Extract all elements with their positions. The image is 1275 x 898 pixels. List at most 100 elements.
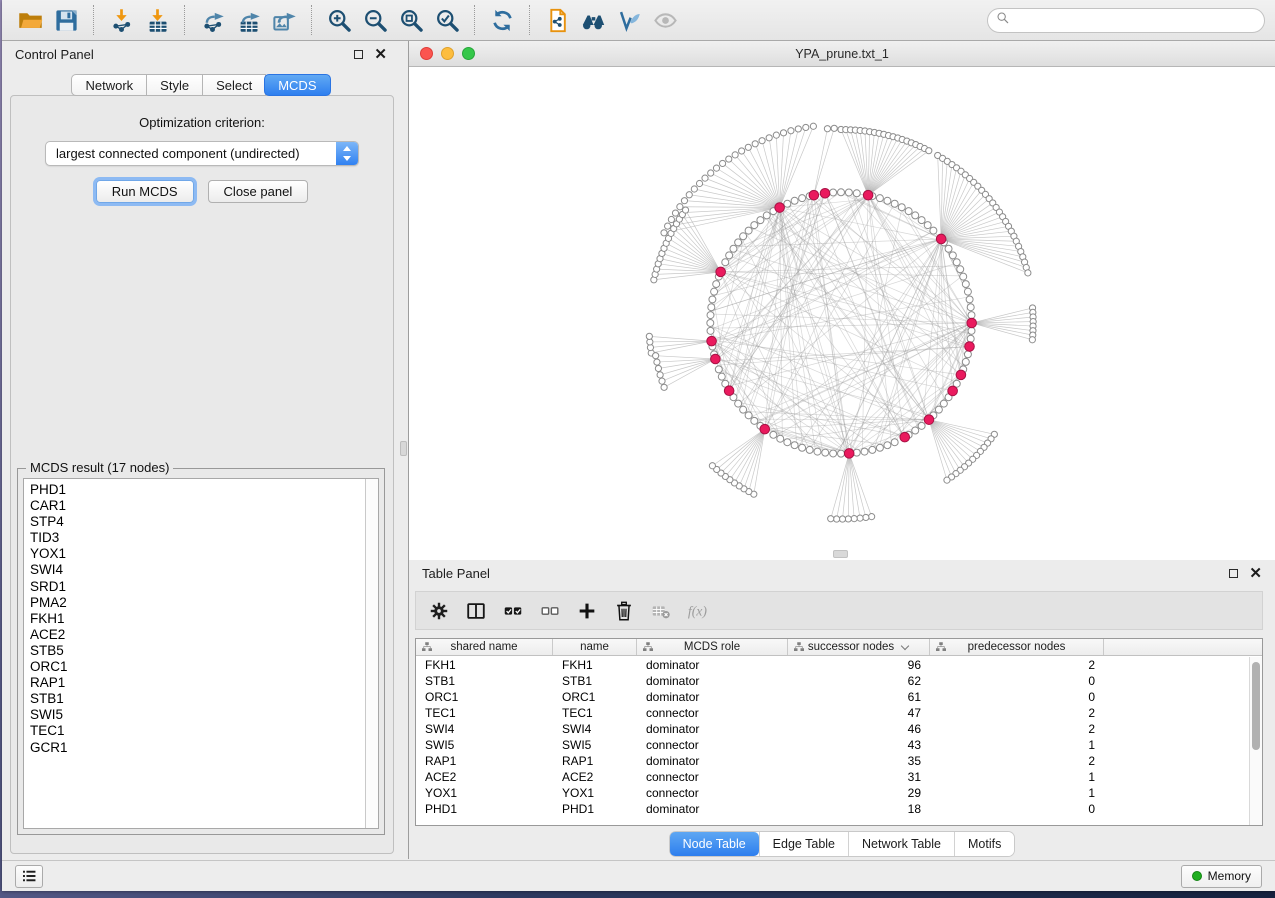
graph-node[interactable] [799, 195, 806, 202]
graph-leaf-node[interactable] [661, 230, 667, 236]
column-header-name[interactable]: name [553, 639, 637, 655]
graph-mcds-node[interactable] [948, 386, 958, 396]
graph-node[interactable] [730, 245, 737, 252]
graph-node[interactable] [953, 259, 960, 266]
graph-leaf-node[interactable] [824, 126, 830, 132]
graph-leaf-node[interactable] [839, 516, 845, 522]
graph-node[interactable] [814, 448, 821, 455]
import-network-icon[interactable] [103, 3, 139, 37]
graph-node[interactable] [884, 442, 891, 449]
graph-leaf-node[interactable] [646, 333, 652, 339]
table-row[interactable]: SWI4SWI4dominator462 [416, 721, 1249, 737]
graph-mcds-node[interactable] [936, 234, 946, 244]
graph-node[interactable] [905, 208, 912, 215]
graph-node[interactable] [962, 281, 969, 288]
vertical-splitter-handle[interactable] [400, 441, 407, 456]
graph-mcds-node[interactable] [924, 415, 934, 425]
graph-node[interactable] [838, 189, 845, 196]
float-table-panel-icon[interactable] [1229, 569, 1238, 578]
close-panel-icon[interactable]: ✕ [374, 47, 387, 62]
graph-leaf-node[interactable] [654, 359, 660, 365]
mcds-result-item[interactable]: ACE2 [30, 627, 365, 643]
tab-select[interactable]: Select [203, 74, 266, 96]
graph-leaf-node[interactable] [944, 477, 950, 483]
graph-leaf-node[interactable] [686, 192, 692, 198]
graph-node[interactable] [876, 444, 883, 451]
search-box[interactable] [987, 8, 1265, 33]
graph-leaf-node[interactable] [745, 144, 751, 150]
graph-leaf-node[interactable] [696, 180, 702, 186]
table-row[interactable]: STB1STB1dominator620 [416, 673, 1249, 689]
mcds-result-item[interactable]: PMA2 [30, 595, 365, 611]
open-file-icon[interactable] [12, 3, 48, 37]
graph-node[interactable] [949, 252, 956, 259]
column-header-predecessor-nodes[interactable]: predecessor nodes [930, 639, 1104, 655]
graph-mcds-node[interactable] [711, 354, 721, 364]
run-mcds-button[interactable]: Run MCDS [96, 180, 194, 203]
close-window-icon[interactable] [420, 47, 433, 60]
maximize-window-icon[interactable] [462, 47, 475, 60]
graph-leaf-node[interactable] [719, 160, 725, 166]
graph-node[interactable] [830, 189, 837, 196]
table-row[interactable]: TEC1TEC1connector472 [416, 705, 1249, 721]
graph-leaf-node[interactable] [803, 124, 809, 130]
mcds-result-item[interactable]: CAR1 [30, 498, 365, 514]
graph-node[interactable] [745, 227, 752, 234]
float-panel-icon[interactable] [354, 50, 363, 59]
mcds-list-scrollbar[interactable] [365, 479, 378, 828]
graph-node[interactable] [869, 446, 876, 453]
graph-mcds-node[interactable] [967, 318, 977, 328]
graph-node[interactable] [713, 281, 720, 288]
export-image-icon[interactable] [266, 3, 302, 37]
graph-mcds-node[interactable] [707, 336, 717, 346]
graph-node[interactable] [960, 273, 967, 280]
graph-node[interactable] [968, 312, 975, 319]
tab-motifs[interactable]: Motifs [954, 832, 1014, 856]
graph-node[interactable] [964, 288, 971, 295]
graph-node[interactable] [799, 444, 806, 451]
tab-network[interactable]: Network [71, 74, 147, 96]
graph-node[interactable] [791, 197, 798, 204]
graph-leaf-node[interactable] [863, 514, 869, 520]
tab-mcds[interactable]: MCDS [264, 74, 330, 96]
horizontal-splitter-handle[interactable] [833, 550, 848, 558]
graph-leaf-node[interactable] [677, 204, 683, 210]
graph-leaf-node[interactable] [659, 378, 665, 384]
graph-node[interactable] [708, 304, 715, 311]
network-canvas[interactable] [409, 67, 1275, 560]
mcds-result-item[interactable]: SWI4 [30, 562, 365, 578]
graph-leaf-node[interactable] [672, 210, 678, 216]
graph-node[interactable] [964, 351, 971, 358]
mcds-result-item[interactable]: RAP1 [30, 675, 365, 691]
graph-leaf-node[interactable] [788, 128, 794, 134]
graph-node[interactable] [967, 335, 974, 342]
search-network-icon[interactable] [575, 3, 611, 37]
graph-node[interactable] [722, 259, 729, 266]
graph-leaf-node[interactable] [708, 170, 714, 176]
graph-leaf-node[interactable] [780, 130, 786, 136]
graph-leaf-node[interactable] [702, 175, 708, 181]
graph-node[interactable] [924, 222, 931, 229]
graph-leaf-node[interactable] [657, 372, 663, 378]
graph-leaf-node[interactable] [869, 514, 875, 520]
optimization-select[interactable]: largest connected component (undirected) [45, 141, 359, 166]
graph-node[interactable] [967, 304, 974, 311]
mcds-result-item[interactable]: SRD1 [30, 579, 365, 595]
graph-leaf-node[interactable] [713, 165, 719, 171]
vertical-splitter[interactable] [400, 41, 409, 859]
zoom-selected-icon[interactable] [429, 3, 465, 37]
table-scrollbar-thumb[interactable] [1252, 662, 1260, 750]
graph-node[interactable] [726, 252, 733, 259]
table-scrollbar[interactable] [1249, 657, 1262, 825]
refresh-icon[interactable] [484, 3, 520, 37]
graph-mcds-node[interactable] [863, 190, 873, 200]
graph-node[interactable] [791, 442, 798, 449]
mcds-result-item[interactable]: STP4 [30, 514, 365, 530]
column-header-MCDS-role[interactable]: MCDS role [637, 639, 788, 655]
graph-leaf-node[interactable] [766, 135, 772, 141]
search-input[interactable] [1015, 12, 1257, 28]
table-row[interactable]: SWI5SWI5connector431 [416, 737, 1249, 753]
graph-leaf-node[interactable] [739, 148, 745, 154]
graph-mcds-node[interactable] [775, 203, 785, 213]
graph-node[interactable] [707, 327, 714, 334]
